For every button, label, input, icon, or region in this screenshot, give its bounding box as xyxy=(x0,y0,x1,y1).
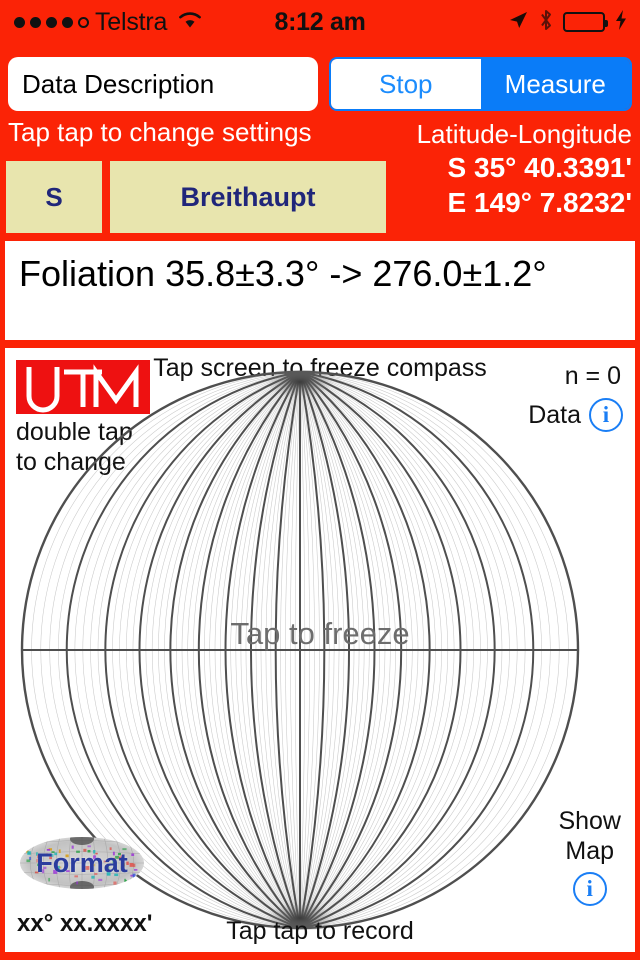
stop-button[interactable]: Stop xyxy=(331,59,481,109)
format-label: Format xyxy=(36,847,128,878)
info-circle-icon[interactable]: i xyxy=(589,398,623,432)
info-circle-icon[interactable]: i xyxy=(572,872,607,906)
compass-type-button[interactable]: Breithaupt xyxy=(110,161,386,233)
compass-panel[interactable]: Tap screen to freeze compass double tap … xyxy=(5,348,635,952)
data-description-input[interactable]: Data Description xyxy=(8,57,318,111)
foliation-panel: Foliation 35.8±3.3° -> 276.0±1.2° xyxy=(5,241,635,340)
bluetooth-icon xyxy=(538,8,554,37)
status-bar-right xyxy=(507,0,628,44)
show-map-line-1: Show xyxy=(558,807,621,835)
show-map-line-2: Map xyxy=(565,837,615,865)
status-bar: Telstra 8:12 am xyxy=(0,0,640,44)
settings-hint-label: Tap tap to change settings xyxy=(8,117,312,147)
hemisphere-button[interactable]: S xyxy=(6,161,102,233)
data-description-value: Data Description xyxy=(22,68,215,99)
record-hint-label: Tap tap to record xyxy=(226,917,414,945)
latitude-value: S 35° 40.3391' xyxy=(447,152,632,183)
measure-button[interactable]: Measure xyxy=(480,59,630,109)
clock-label: 8:12 am xyxy=(274,7,366,36)
foliation-reading: Foliation 35.8±3.3° -> 276.0±1.2° xyxy=(19,253,547,294)
longitude-value: E 149° 7.8232' xyxy=(447,187,632,218)
format-button[interactable]: Format xyxy=(19,836,145,890)
location-arrow-icon xyxy=(507,9,529,36)
latlon-title-label: Latitude-Longitude xyxy=(416,119,632,149)
lightning-bolt-icon xyxy=(614,9,628,36)
battery-icon xyxy=(563,12,608,32)
show-map-button[interactable]: Show Map i xyxy=(558,806,621,906)
measure-segmented-control[interactable]: Stop Measure xyxy=(329,57,632,111)
